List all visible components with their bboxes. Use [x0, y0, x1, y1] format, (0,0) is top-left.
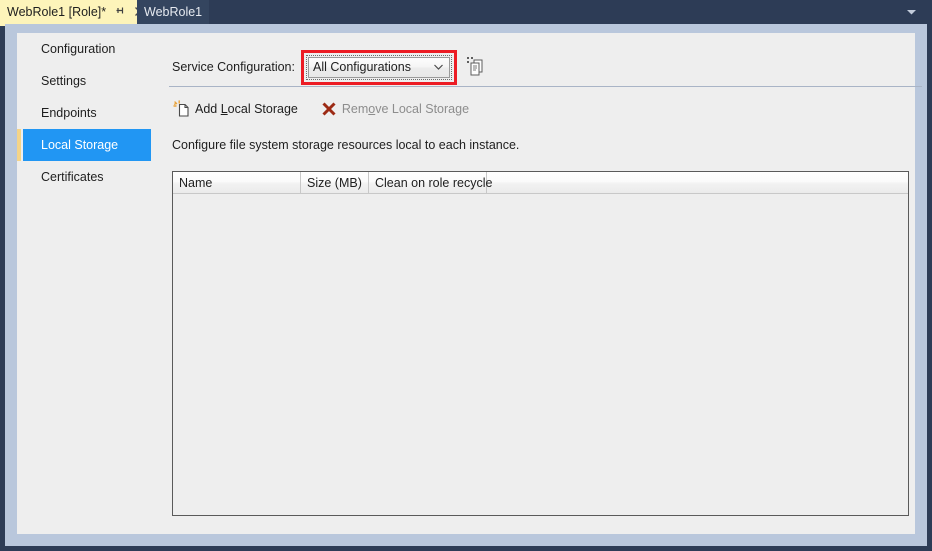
sidebar-item-label: Settings: [41, 74, 87, 88]
service-configuration-dropdown[interactable]: All Configurations: [307, 56, 450, 78]
chevron-down-icon: [434, 58, 443, 77]
focus-outline: All Configurations: [305, 54, 452, 80]
sidebar-item-endpoints[interactable]: Endpoints: [17, 97, 159, 129]
tab-label: WebRole1: [144, 5, 203, 19]
copy-configuration-icon[interactable]: [465, 56, 485, 78]
remove-local-storage-button[interactable]: Remove Local Storage: [316, 98, 473, 120]
grid-column-header-name[interactable]: Name: [173, 172, 301, 193]
grid-column-header-filler: [487, 172, 908, 193]
sidebar-item-certificates[interactable]: Certificates: [17, 161, 159, 193]
grid-description: Configure file system storage resources …: [172, 138, 520, 152]
service-configuration-highlight-box: All Configurations: [300, 49, 457, 85]
tab-webrole1[interactable]: WebRole1: [137, 0, 210, 24]
service-configuration-label: Service Configuration:: [172, 60, 295, 74]
local-storage-pane: Service Configuration: All Configuration…: [159, 33, 922, 534]
sidebar-item-configuration[interactable]: Configuration: [17, 33, 159, 65]
grid-body-empty[interactable]: [173, 194, 908, 515]
add-document-icon: [173, 100, 191, 118]
local-storage-command-bar: Add Local Storage Remove Local Storage: [169, 95, 473, 123]
label-suffix: ocal Storage: [227, 102, 298, 116]
sidebar-item-label: Endpoints: [41, 106, 97, 120]
pin-icon[interactable]: [115, 5, 126, 18]
grid-column-header-size[interactable]: Size (MB): [301, 172, 369, 193]
category-sidebar: Configuration Settings Endpoints Local S…: [17, 33, 159, 534]
sidebar-item-label: Local Storage: [41, 138, 119, 152]
service-configuration-row: Service Configuration: All Configuration…: [159, 49, 485, 85]
label-accelerator: L: [220, 102, 228, 116]
sidebar-item-label: Certificates: [41, 170, 104, 184]
tab-label: WebRole1 [Role]*: [7, 5, 107, 19]
add-local-storage-label: Add Local Storage: [195, 102, 298, 116]
chevron-down-icon[interactable]: [900, 0, 922, 24]
visual-studio-window: WebRole1 [Role]* WebRole1 Configuration …: [0, 0, 932, 551]
grid-header-row: Name Size (MB) Clean on role recycle: [173, 172, 908, 194]
section-separator: [169, 86, 922, 87]
grid-column-header-clean-on-role-recycle[interactable]: Clean on role recycle: [369, 172, 492, 193]
add-local-storage-button[interactable]: Add Local Storage: [169, 98, 302, 120]
delete-x-icon: [320, 100, 338, 118]
label-suffix: ve Local Storage: [375, 102, 470, 116]
label-prefix: Rem: [341, 102, 369, 116]
local-storage-grid[interactable]: Name Size (MB) Clean on role recycle: [172, 171, 909, 516]
remove-local-storage-label: Remove Local Storage: [342, 102, 469, 116]
sidebar-item-label: Configuration: [41, 42, 116, 56]
service-configuration-selected-value: All Configurations: [312, 60, 411, 74]
document-tab-strip: WebRole1 [Role]* WebRole1: [0, 0, 932, 24]
role-designer-panel: Configuration Settings Endpoints Local S…: [17, 33, 922, 534]
sidebar-item-settings[interactable]: Settings: [17, 65, 159, 97]
sidebar-item-local-storage[interactable]: Local Storage: [17, 129, 151, 161]
label-prefix: Add: [195, 102, 221, 116]
tab-webrole1-role[interactable]: WebRole1 [Role]*: [0, 0, 153, 24]
